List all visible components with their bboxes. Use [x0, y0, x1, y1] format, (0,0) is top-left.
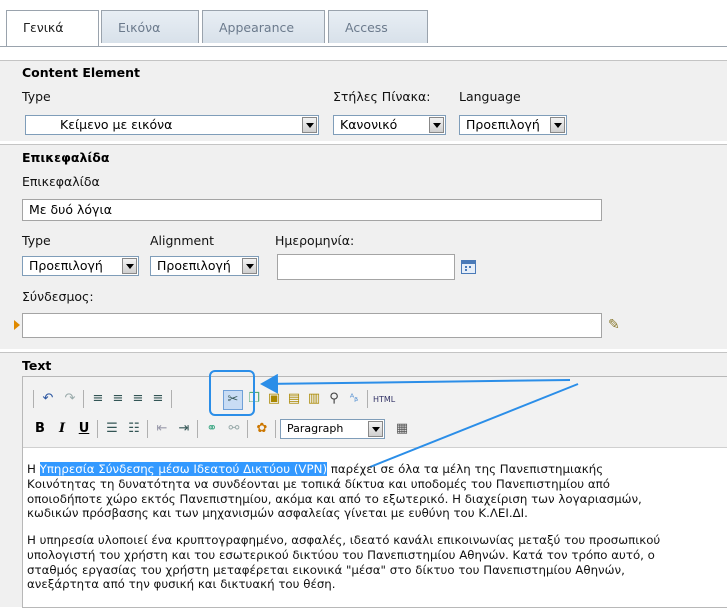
- arrow-to-cut: [260, 373, 571, 394]
- paragraph-1-rest: παρέχει σε όλα τα μέλη της Πανεπιστημιακ…: [327, 462, 604, 476]
- paragraph-2-line-4: ανεξάρτητα από την φυσική και δικτυακή τ…: [27, 577, 336, 592]
- selected-text: Υπηρεσία Σύνδεσης μέσω Ιδεατού Δικτύου (…: [39, 462, 328, 476]
- paragraph-1-prefix: Η: [27, 462, 40, 476]
- paragraph-1-line-3: οποιοδήποτε χώρο εκτός Πανεπιστημίου, ακ…: [27, 491, 642, 506]
- paragraph-1: Η Υπηρεσία Σύνδεσης μέσω Ιδεατού Δικτύου…: [27, 462, 722, 521]
- paragraph-2-line-2: υπολογιστή του χρήστη και του εσωτερικού…: [27, 547, 655, 562]
- paragraph-1-line-2: Κοινότητας τη δυνατότητα να συνδέονται μ…: [27, 476, 610, 491]
- paragraph-1-line-4: κωδικών πρόσβασης και των μηχανισμών ασφ…: [27, 506, 528, 521]
- paragraph-2: Η υπηρεσία υλοποιεί ένα κρυπτογραφημένο,…: [27, 533, 722, 592]
- paragraph-2-line-1: Η υπηρεσία υλοποιεί ένα κρυπτογραφημένο,…: [27, 533, 661, 547]
- paragraph-1-line-1: Η Υπηρεσία Σύνδεσης μέσω Ιδεατού Δικτύου…: [27, 462, 722, 477]
- paragraph-2-line-3: σταθμός εργασίας του χρήστη μεταφέρεται …: [27, 562, 625, 577]
- arrow-to-text: [369, 383, 579, 468]
